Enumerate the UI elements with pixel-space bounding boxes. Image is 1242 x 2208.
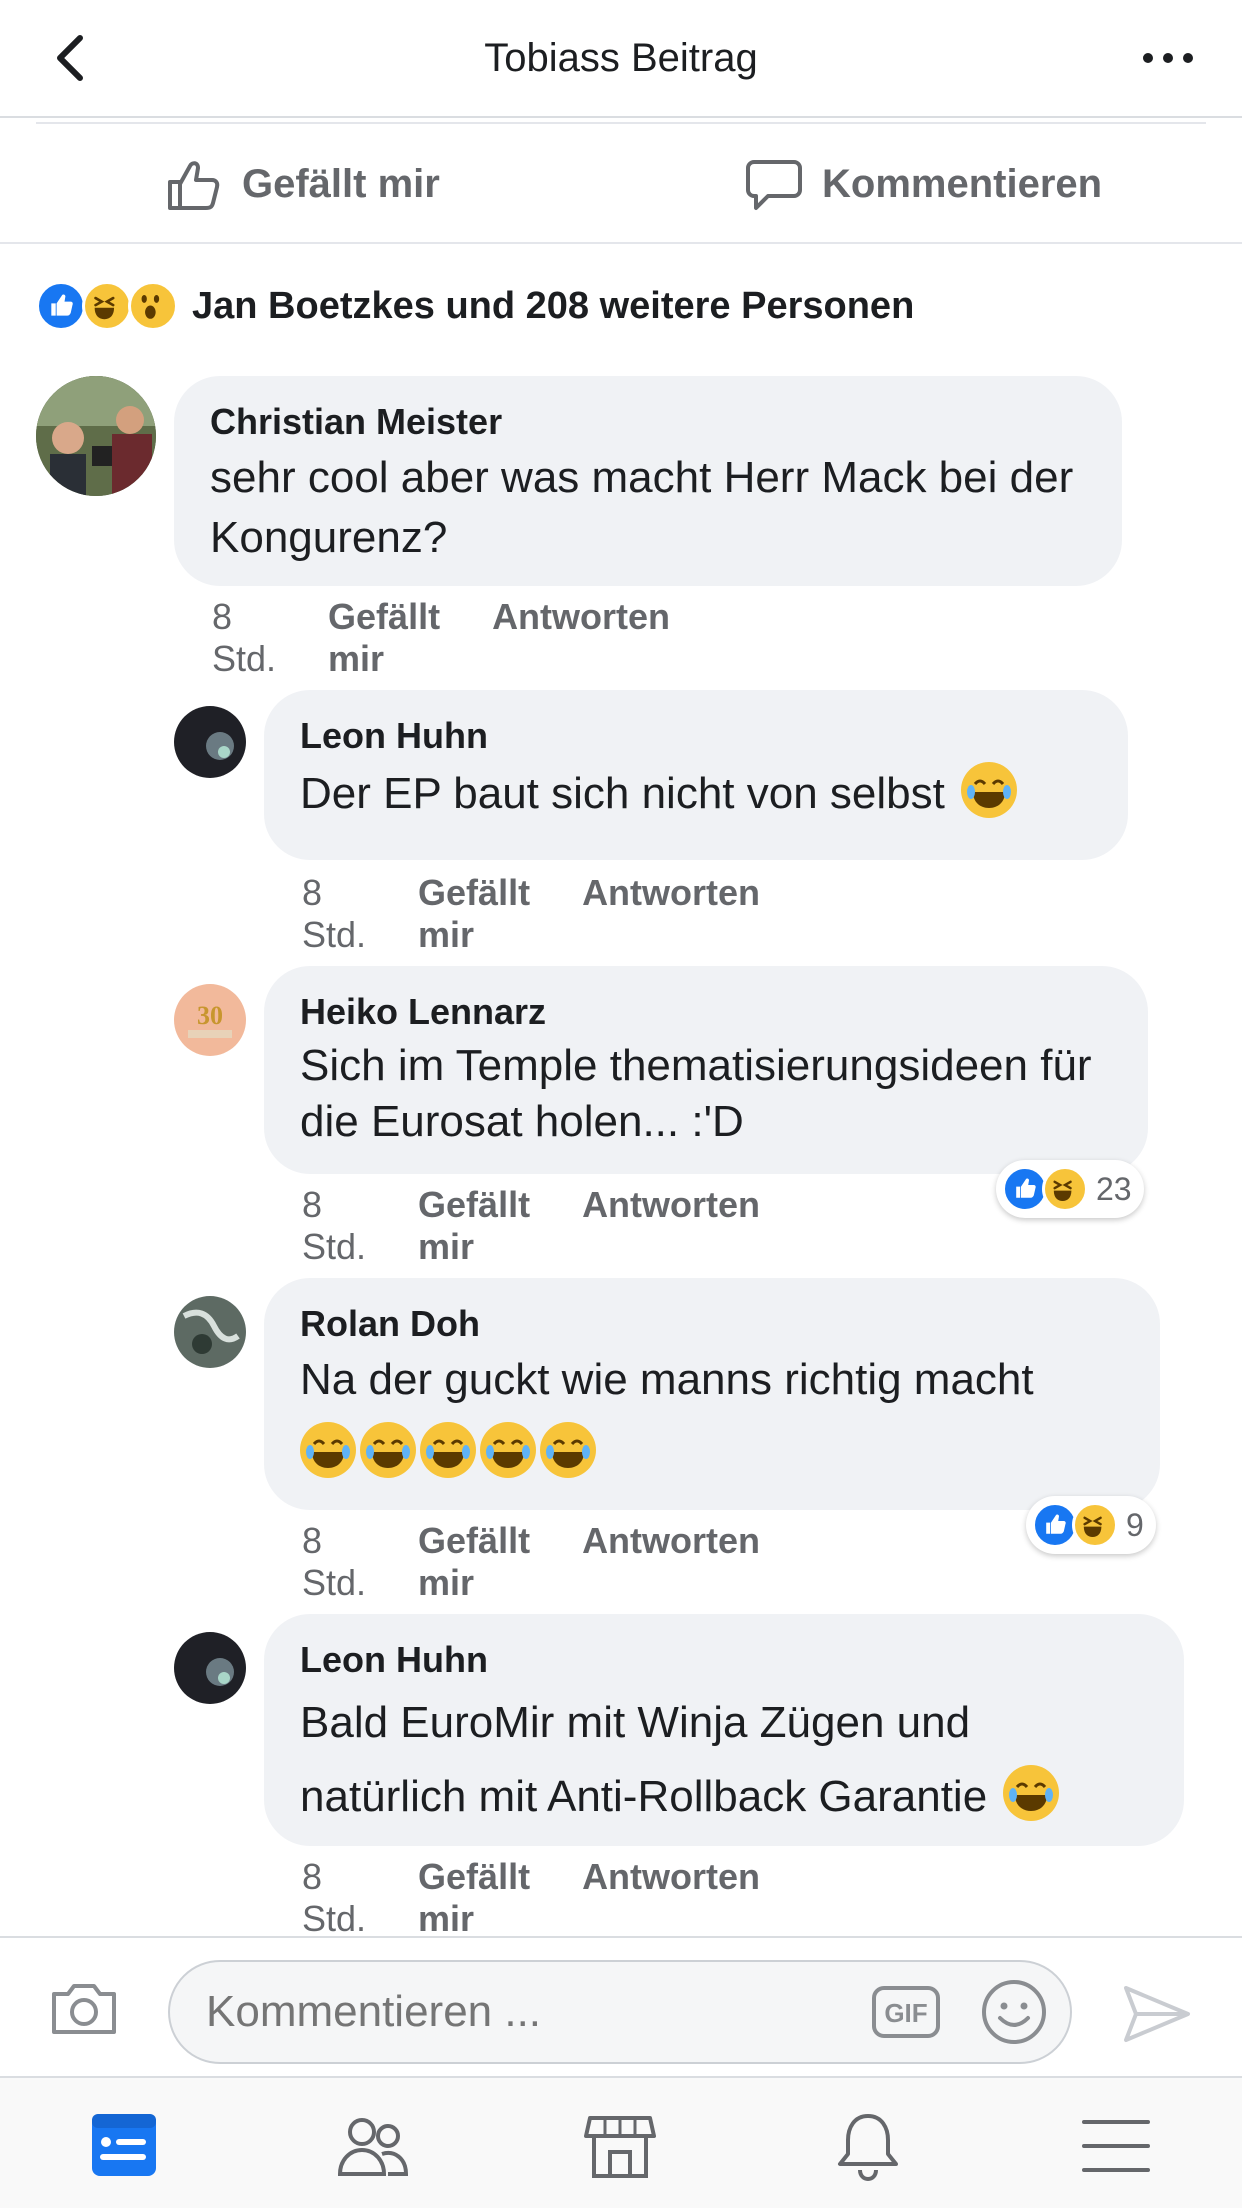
svg-text:30: 30 — [197, 1001, 223, 1030]
comment-bubble[interactable]: Christian Meister sehr cool aber was mac… — [174, 376, 1122, 586]
comment-text: Der EP baut sich nicht von selbst — [300, 769, 945, 818]
comment-meta: 8 Std. Gefällt mir Antworten — [212, 596, 670, 680]
comment-post-label: Kommentieren — [822, 161, 1103, 206]
comment-meta: 8 Std. Gefällt mir Antworten — [302, 1856, 760, 1940]
divider — [36, 122, 1206, 124]
comment-like-button[interactable]: Gefällt mir — [418, 1520, 530, 1604]
comment-reactions[interactable]: 9 — [1026, 1496, 1156, 1554]
sticker-icon — [982, 1980, 1046, 2044]
comment-text: natürlich mit Anti-Rollback Garantie — [300, 1772, 988, 1821]
tab-friends[interactable] — [334, 2110, 410, 2182]
comment-bubble[interactable]: Heiko Lennarz Sich im Temple thematisier… — [264, 966, 1148, 1174]
comment-like-button[interactable]: Gefällt mir — [418, 872, 530, 956]
laughing-emoji-icon — [480, 1422, 536, 1478]
comment-time: 8 Std. — [302, 1520, 367, 1603]
tab-marketplace[interactable] — [582, 2110, 658, 2182]
tab-notifications[interactable] — [830, 2110, 906, 2182]
friends-icon — [337, 2118, 409, 2176]
avatar[interactable] — [174, 1632, 246, 1704]
like-reaction-icon — [36, 281, 86, 331]
gif-label: GIF — [884, 1998, 927, 2028]
post-actions: Gefällt mir Kommentieren — [0, 122, 1242, 244]
comment-time: 8 Std. — [302, 1184, 367, 1267]
comment-author[interactable]: Leon Huhn — [300, 1640, 1148, 1680]
haha-reaction-icon — [1042, 1166, 1088, 1212]
reactions-summary[interactable]: Jan Boetzkes und 208 weitere Personen — [36, 280, 914, 332]
comment-bubble[interactable]: Leon Huhn Bald EuroMir mit Winja Zügen u… — [264, 1614, 1184, 1846]
comment-meta: 8 Std. Gefällt mir Antworten — [302, 1184, 760, 1268]
comment-reply-button[interactable]: Antworten — [582, 1184, 760, 1268]
comment-bubble[interactable]: Rolan Doh Na der guckt wie manns richtig… — [264, 1278, 1160, 1510]
page-title: Tobiass Beitrag — [484, 36, 758, 80]
laughing-emoji-icon — [1003, 1765, 1060, 1821]
comment-like-button[interactable]: Gefällt mir — [418, 1856, 530, 1940]
laughing-emoji-icon — [300, 1422, 356, 1478]
avatar[interactable] — [174, 1296, 246, 1368]
comment-bubble[interactable]: Leon Huhn Der EP baut sich nicht von sel… — [264, 690, 1128, 860]
bell-icon — [838, 2114, 898, 2182]
comment-text-line: natürlich mit Anti-Rollback Garantie — [300, 1760, 1148, 1834]
reactions-summary-text: Jan Boetzkes und 208 weitere Personen — [192, 284, 915, 327]
thumbs-up-icon — [168, 161, 220, 210]
comment-text: Na der guckt wie manns richtig macht — [300, 1355, 1034, 1404]
reaction-count: 23 — [1096, 1170, 1132, 1207]
haha-reaction-icon — [82, 281, 132, 331]
camera-button[interactable] — [48, 1978, 120, 2038]
top-bar: Tobiass Beitrag — [0, 0, 1242, 118]
laughing-emoji-icon — [540, 1422, 596, 1478]
comment-reply-button[interactable]: Antworten — [582, 872, 760, 956]
comment-text: Sich im Temple thematisierungsideen für … — [300, 1041, 1092, 1146]
like-post-label: Gefällt mir — [242, 161, 440, 206]
comment-author[interactable]: Rolan Doh — [300, 1304, 1124, 1344]
comment-text-line: Der EP baut sich nicht von selbst — [300, 762, 1092, 824]
sticker-button[interactable] — [978, 1976, 1050, 2048]
laughing-emoji-icon — [420, 1422, 476, 1478]
like-post-button[interactable]: Gefällt mir — [164, 154, 440, 214]
comment-time: 8 Std. — [302, 1856, 367, 1939]
send-icon — [1124, 1986, 1190, 2042]
emoji-row — [300, 1422, 1124, 1484]
comment-reactions[interactable]: 23 — [996, 1160, 1144, 1218]
comment-like-button[interactable]: Gefällt mir — [418, 1184, 530, 1268]
bottom-tab-bar — [0, 2076, 1242, 2208]
camera-icon — [52, 1984, 116, 2034]
comment-reply-button[interactable]: Antworten — [582, 1520, 760, 1604]
laughing-emoji-icon — [360, 1422, 416, 1478]
comment-author[interactable]: Leon Huhn — [300, 716, 1092, 756]
comment-reply-button[interactable]: Antworten — [492, 596, 670, 680]
laughing-emoji-icon — [961, 762, 1018, 818]
comment-time: 8 Std. — [302, 872, 367, 955]
avatar[interactable] — [36, 376, 156, 496]
reaction-count: 9 — [1126, 1506, 1144, 1543]
gif-button[interactable]: GIF — [870, 1976, 942, 2048]
menu-icon — [1082, 2120, 1150, 2172]
tab-news-feed[interactable] — [86, 2110, 162, 2182]
comment-icon — [746, 160, 802, 210]
comment-time: 8 Std. — [212, 596, 277, 679]
avatar[interactable]: 30 — [174, 984, 246, 1056]
marketplace-icon — [584, 2116, 656, 2178]
news-feed-icon — [92, 2114, 156, 2176]
more-button[interactable] — [1138, 36, 1198, 80]
comment-composer: GIF — [0, 1936, 1242, 2076]
comment-meta: 8 Std. Gefällt mir Antworten — [302, 872, 760, 956]
comment-meta: 8 Std. Gefällt mir Antworten — [302, 1520, 760, 1604]
tab-menu[interactable] — [1078, 2110, 1154, 2182]
comment-author[interactable]: Heiko Lennarz — [300, 992, 1112, 1032]
comment-author[interactable]: Christian Meister — [210, 402, 1086, 442]
gif-icon: GIF — [872, 1986, 940, 2038]
comment-like-button[interactable]: Gefällt mir — [328, 596, 440, 680]
comment-text: sehr cool aber was macht Herr Mack bei d… — [210, 453, 1074, 562]
wow-reaction-icon — [128, 281, 178, 331]
comment-text: Bald EuroMir mit Winja Zügen und — [300, 1698, 971, 1747]
send-button[interactable] — [1122, 1982, 1192, 2046]
more-icon — [1143, 53, 1193, 63]
haha-reaction-icon — [1072, 1502, 1118, 1548]
avatar[interactable] — [174, 706, 246, 778]
comment-reply-button[interactable]: Antworten — [582, 1856, 760, 1940]
comment-post-button[interactable]: Kommentieren — [744, 154, 1102, 214]
